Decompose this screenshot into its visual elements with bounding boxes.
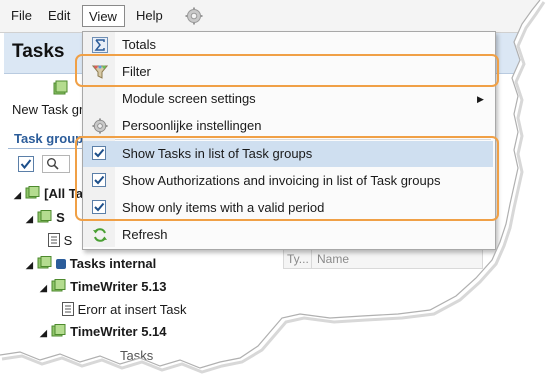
screenshot-canvas: File Edit View Help Tasks New Task gr Ta… <box>0 0 555 380</box>
torn-edge-overlay <box>0 0 555 380</box>
